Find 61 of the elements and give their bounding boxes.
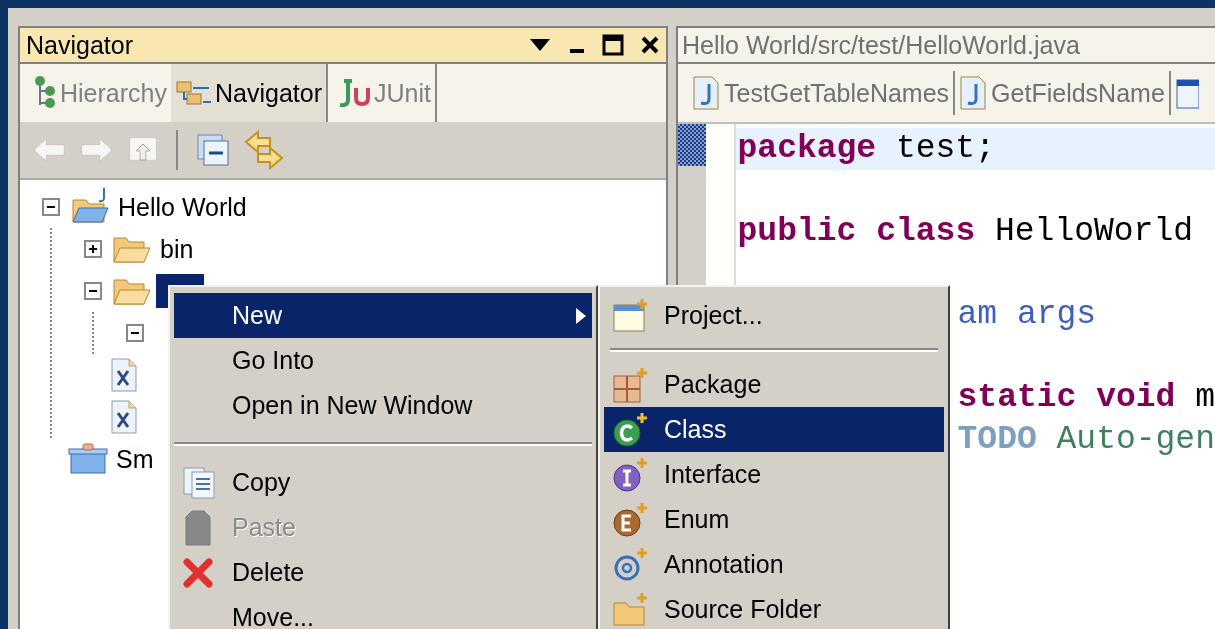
back-arrow-icon <box>32 136 66 164</box>
new-package-icon <box>612 365 650 404</box>
forward-arrow-icon <box>80 136 114 164</box>
new-class-icon <box>612 410 650 449</box>
menu-item[interactable]: Copy <box>174 460 592 505</box>
close-icon[interactable] <box>640 35 660 55</box>
tree-item[interactable]: Hello World <box>114 192 251 222</box>
file-path: Hello World/src/test/HelloWorld.java <box>678 28 1215 64</box>
new-project-icon <box>612 296 650 335</box>
code-line: public class HelloWorld <box>737 213 1194 250</box>
menu-item[interactable]: Enum <box>604 497 944 542</box>
maximize-icon[interactable] <box>602 34 624 56</box>
tree-item[interactable]: bin <box>156 234 198 264</box>
collapse-icon[interactable] <box>126 324 144 342</box>
code-line: static void m <box>957 379 1215 416</box>
project-folder-icon <box>70 188 110 226</box>
copy-icon <box>182 465 216 500</box>
dropdown-icon[interactable] <box>528 37 552 53</box>
collapse-all-icon <box>196 133 230 167</box>
editor-tab[interactable]: GetFieldsName <box>955 71 1171 115</box>
x-file-icon <box>110 357 138 393</box>
menu-item[interactable]: Project... <box>604 293 944 338</box>
link-arrows-icon <box>244 130 284 170</box>
menu-item[interactable]: Source Folder <box>604 587 944 629</box>
menu-item[interactable]: Go Into <box>174 338 592 383</box>
java-file-icon <box>959 75 988 111</box>
folder-icon <box>112 276 152 306</box>
view-tab[interactable]: Hierarchy <box>30 64 171 122</box>
menu-item[interactable]: New <box>174 293 592 338</box>
code-line: package test; <box>737 130 995 167</box>
menu-item[interactable]: Package <box>604 362 944 407</box>
new-folder-icon <box>612 590 650 629</box>
view-tab[interactable]: Navigator <box>171 64 328 122</box>
folders-icon <box>175 78 213 108</box>
folder-icon <box>112 234 152 264</box>
menu-item[interactable]: Open in New Window <box>174 383 592 428</box>
hierarchy-icon <box>34 75 58 111</box>
new-interface-icon <box>612 455 650 494</box>
menu-item[interactable]: Move... <box>174 595 592 629</box>
box-icon <box>68 443 108 475</box>
menu-item[interactable]: Annotation <box>604 542 944 587</box>
view-title: Navigator <box>26 30 134 60</box>
menu-item[interactable]: Interface <box>604 452 944 497</box>
submenu-arrow-icon <box>576 307 586 324</box>
clipboard-icon <box>182 508 214 547</box>
java-file-icon <box>692 75 720 111</box>
menu-item[interactable]: Delete <box>174 550 592 595</box>
window-file-icon <box>1174 76 1199 110</box>
new-enum-icon <box>612 500 650 539</box>
menu-item[interactable]: Class <box>604 407 944 452</box>
expand-icon[interactable] <box>84 240 102 258</box>
collapse-icon[interactable] <box>84 282 102 300</box>
delete-icon <box>182 556 214 589</box>
x-file-icon <box>110 399 138 435</box>
collapse-icon[interactable] <box>42 198 60 216</box>
editor-tab[interactable]: TestGetTableNames <box>688 71 956 115</box>
tree-item[interactable]: Sm <box>112 444 158 474</box>
overview-marker <box>678 124 706 166</box>
code-line: TODO Auto-gen <box>957 420 1215 458</box>
code-line: am args <box>957 296 1097 333</box>
toolbar-button[interactable] <box>196 133 230 167</box>
